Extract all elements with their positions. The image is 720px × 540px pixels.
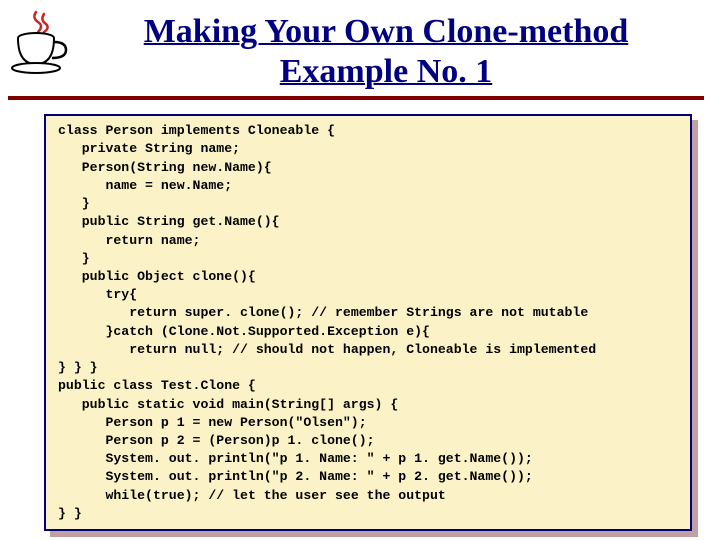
code-line: return super. clone(); [58, 305, 311, 320]
code-comment: // should not happen, Cloneable is imple… [232, 342, 596, 357]
code-comment: // remember Strings are not mutable [311, 305, 588, 320]
code-line: Person p 2 = (Person)p 1. clone(); [58, 433, 375, 448]
code-line: Person(String new.Name){ [58, 160, 272, 175]
code-block: class Person implements Cloneable { priv… [44, 114, 692, 531]
code-line: System. out. println("p 2. Name: " + p 2… [58, 469, 533, 484]
code-line: System. out. println("p 1. Name: " + p 1… [58, 451, 533, 466]
code-line: } } } [58, 360, 98, 375]
code-line: return null; [58, 342, 232, 357]
title-line-2: Example No. 1 [68, 52, 704, 92]
java-cup-icon [8, 8, 68, 80]
title-line-1: Making Your Own Clone-method [68, 12, 704, 52]
slide-header: Making Your Own Clone-method Example No.… [0, 0, 720, 92]
code-line: } [58, 196, 90, 211]
code-line: public class Test.Clone { [58, 378, 256, 393]
code-comment: // let the user see the output [208, 488, 445, 503]
code-line: Person p 1 = new Person("Olsen"); [58, 415, 367, 430]
code-line: while(true); [58, 488, 208, 503]
slide-title: Making Your Own Clone-method Example No.… [68, 12, 704, 92]
code-line: } [58, 251, 90, 266]
code-line: class Person implements Cloneable { [58, 123, 335, 138]
code-line: return name; [58, 233, 200, 248]
code-line: public static void main(String[] args) { [58, 397, 398, 412]
code-line: }catch (Clone.Not.Supported.Exception e)… [58, 324, 430, 339]
code-line: name = new.Name; [58, 178, 232, 193]
divider [8, 96, 704, 100]
code-line: try{ [58, 287, 137, 302]
code-line: private String name; [58, 141, 240, 156]
code-line: public Object clone(){ [58, 269, 256, 284]
code-container: class Person implements Cloneable { priv… [44, 114, 692, 531]
code-line: } } [58, 506, 82, 521]
code-line: public String get.Name(){ [58, 214, 280, 229]
